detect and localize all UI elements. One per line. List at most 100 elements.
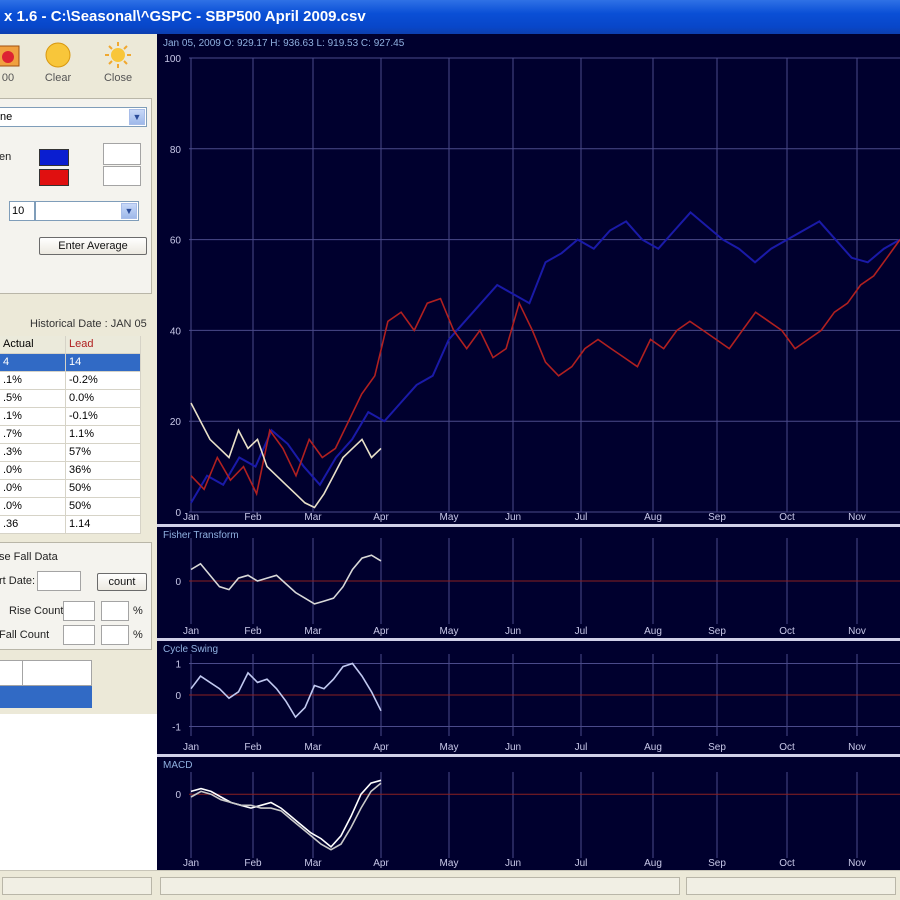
x-tick-label: Apr <box>373 626 389 637</box>
table-row[interactable]: .7% 1.1% <box>0 426 141 444</box>
x-tick-label: Jun <box>505 512 521 523</box>
enter-average-button[interactable]: Enter Average <box>39 237 147 255</box>
toolbar-button-calendar[interactable]: 00 <box>0 38 32 90</box>
rise-count-box[interactable] <box>63 601 95 621</box>
x-tick-label: May <box>440 742 459 753</box>
rise-count-label: Rise Count <box>9 605 64 617</box>
period-input[interactable]: 10 <box>9 201 35 221</box>
cell-actual: .7% <box>0 426 66 443</box>
lower-list-header <box>0 660 92 686</box>
cell-lead: 36% <box>66 462 141 479</box>
value-box-2[interactable] <box>103 166 141 186</box>
index-combo[interactable]: ne ▼ <box>0 107 147 127</box>
cell-actual: .5% <box>0 390 66 407</box>
y-tick-label: 40 <box>170 326 182 337</box>
lower-list-selected-row[interactable] <box>0 686 92 708</box>
rise-percent-box[interactable] <box>101 601 129 621</box>
x-tick-label: Feb <box>244 512 262 523</box>
left-control-panel: 00 Clear Close ne ▼ en 10 ▼ Enter Averag… <box>0 34 157 870</box>
x-tick-label: Jul <box>575 626 588 637</box>
window-title-bar[interactable]: x 1.6 - C:\Seasonal\^GSPC - SBP500 April… <box>0 0 900 34</box>
chevron-down-icon[interactable]: ▼ <box>121 203 137 219</box>
rise-fall-panel: se Fall Data rt Date: count Rise Count %… <box>0 542 152 650</box>
value-box-1[interactable] <box>103 143 141 165</box>
panel-separator <box>157 638 900 641</box>
chevron-down-icon[interactable]: ▼ <box>129 109 145 125</box>
table-row[interactable]: .0% 36% <box>0 462 141 480</box>
x-tick-label: Apr <box>373 742 389 753</box>
x-tick-label: Jul <box>575 858 588 869</box>
calendar-icon <box>0 45 20 67</box>
x-tick-label: Aug <box>644 626 662 637</box>
table-row[interactable]: .1% -0.2% <box>0 372 141 390</box>
cell-actual: 4 <box>0 354 66 371</box>
x-tick-label: Aug <box>644 742 662 753</box>
cell-lead: 14 <box>66 354 141 371</box>
period-combo[interactable]: ▼ <box>35 201 139 221</box>
start-date-label: rt Date: <box>0 575 36 587</box>
x-tick-label: May <box>440 858 459 869</box>
series-line <box>190 554 382 605</box>
close-button[interactable]: Close <box>94 38 142 90</box>
y-tick-label: 20 <box>170 417 182 428</box>
chart-header: Cycle Swing <box>163 644 218 655</box>
color-swatch-red[interactable] <box>39 169 69 186</box>
start-date-input[interactable] <box>37 571 81 591</box>
index-combo-value: ne <box>0 111 13 123</box>
panel-separator <box>157 524 900 527</box>
fall-percent-box[interactable] <box>101 625 129 645</box>
y-tick-label: 0 <box>175 790 181 801</box>
x-tick-label: Nov <box>848 626 866 637</box>
toolbar-button-label: 00 <box>1 72 15 84</box>
y-tick-label: -1 <box>172 723 181 734</box>
count-button[interactable]: count <box>97 573 147 591</box>
fall-percent-label: % <box>133 629 143 641</box>
x-tick-label: Jan <box>183 742 199 753</box>
cell-actual: .3% <box>0 444 66 461</box>
cell-lead: 0.0% <box>66 390 141 407</box>
table-row[interactable]: .3% 57% <box>0 444 141 462</box>
grid-caption: Historical Date : JAN 05 <box>30 318 147 330</box>
cell-lead: 57% <box>66 444 141 461</box>
x-tick-label: Jan <box>183 858 199 869</box>
clear-button-label: Clear <box>44 72 72 84</box>
cell-lead: 50% <box>66 480 141 497</box>
cell-actual: .0% <box>0 498 66 515</box>
cell-actual: .36 <box>0 516 66 533</box>
status-bar <box>0 870 900 900</box>
x-tick-label: Jul <box>575 742 588 753</box>
x-tick-label: Jan <box>183 512 199 523</box>
table-row[interactable]: .0% 50% <box>0 480 141 498</box>
close-button-label: Close <box>103 72 133 84</box>
x-tick-label: Apr <box>373 858 389 869</box>
x-tick-label: Sep <box>708 858 726 869</box>
x-tick-label: Aug <box>644 858 662 869</box>
chart-header: MACD <box>163 760 192 771</box>
x-tick-label: Jan <box>183 626 199 637</box>
table-row[interactable]: .0% 50% <box>0 498 141 516</box>
charts-svg: 100806040200 Jan Feb Mar Apr May Jun Jul Aug Sep O… <box>157 38 900 869</box>
x-tick-label: Jun <box>505 742 521 753</box>
table-row[interactable]: 4 14 <box>0 354 141 372</box>
column-header-lead: Lead <box>66 336 141 353</box>
series-line <box>190 782 382 851</box>
x-tick-label: Feb <box>244 742 262 753</box>
column-header-actual: Actual <box>0 336 66 353</box>
period-value: 10 <box>12 205 25 217</box>
table-row[interactable]: .5% 0.0% <box>0 390 141 408</box>
clear-button[interactable]: Clear <box>34 38 82 90</box>
color-swatch-blue[interactable] <box>39 149 69 166</box>
y-tick-label: 0 <box>175 577 181 588</box>
table-row[interactable]: .1% -0.1% <box>0 408 141 426</box>
chart-header: Jan 05, 2009 O: 929.17 H: 936.63 L: 919.… <box>163 38 405 49</box>
rise-fall-title: se Fall Data <box>0 551 58 563</box>
series-line <box>190 239 900 497</box>
fall-count-box[interactable] <box>63 625 95 645</box>
sun-small-icon <box>105 42 131 68</box>
cell-actual: .1% <box>0 372 66 389</box>
chart-header: Fisher Transform <box>163 530 239 541</box>
table-row[interactable]: .36 1.14 <box>0 516 141 534</box>
lower-list-area <box>0 714 157 870</box>
cell-lead: 50% <box>66 498 141 515</box>
x-tick-label: Oct <box>779 512 795 523</box>
